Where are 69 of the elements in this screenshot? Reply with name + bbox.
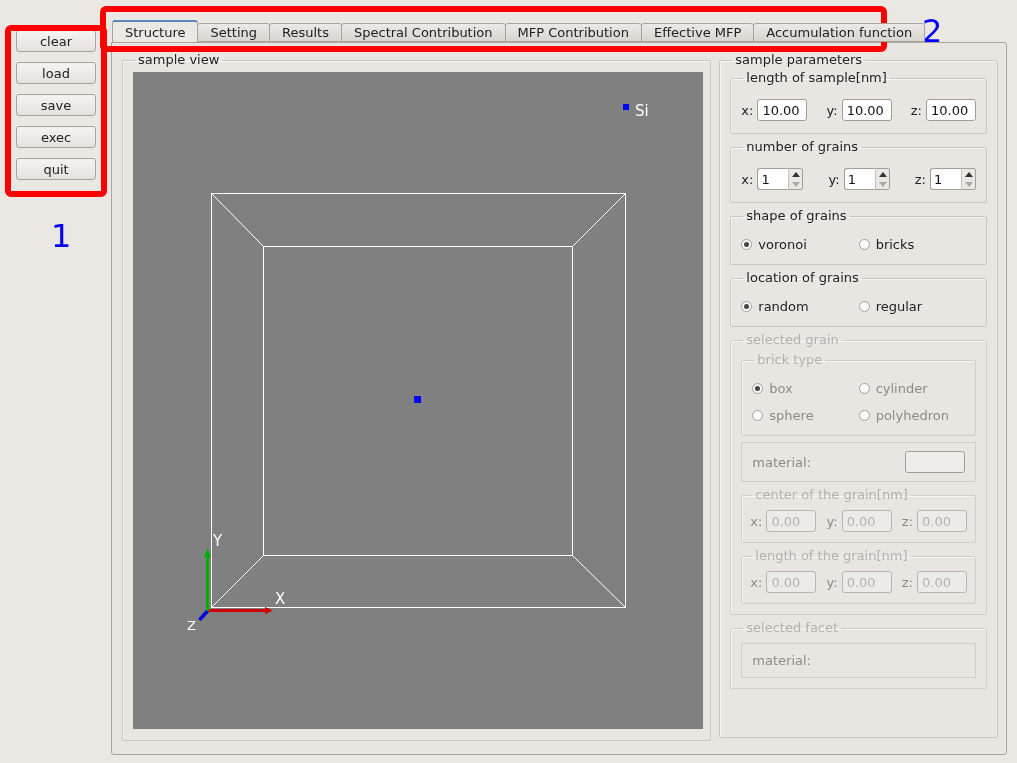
field-label: z: bbox=[914, 171, 926, 187]
field-label: z: bbox=[901, 513, 913, 529]
field-label: x: bbox=[741, 171, 754, 187]
up-arrow-icon bbox=[965, 171, 973, 177]
action-button[interactable]: clear bbox=[16, 30, 96, 52]
field-label: z: bbox=[910, 102, 922, 118]
action-button[interactable]: exec bbox=[16, 126, 96, 148]
tab[interactable]: Results bbox=[269, 23, 342, 42]
field-label: x: bbox=[750, 513, 763, 529]
group-title: location of grains bbox=[745, 271, 860, 285]
down-arrow-icon bbox=[965, 181, 973, 187]
number-field[interactable]: 10.00 bbox=[926, 99, 976, 121]
tab[interactable]: Setting bbox=[197, 23, 271, 42]
group-title: selected grain bbox=[745, 333, 840, 347]
legend-label: Si bbox=[635, 102, 649, 120]
material-label: material: bbox=[752, 454, 811, 470]
action-button[interactable]: quit bbox=[16, 158, 96, 180]
group-title: number of grains bbox=[745, 140, 860, 154]
spin-box[interactable]: 1 bbox=[757, 168, 789, 190]
spin-up-button[interactable] bbox=[789, 169, 803, 179]
radio-label: random bbox=[758, 299, 809, 314]
spin-box[interactable]: 1 bbox=[843, 168, 875, 190]
sample-view-canvas[interactable]: Si X Y Z bbox=[133, 72, 703, 729]
tab[interactable]: Structure bbox=[112, 20, 199, 42]
group-title: center of the grain[nm] bbox=[754, 488, 909, 502]
field-label: x: bbox=[750, 574, 763, 590]
radio-label: bricks bbox=[875, 237, 915, 252]
up-arrow-icon bbox=[878, 171, 887, 177]
radio-label: polyhedron bbox=[875, 408, 949, 423]
tab[interactable]: Spectral Contribution bbox=[341, 23, 506, 42]
group-title: brick type bbox=[756, 353, 824, 367]
axis-label: Z bbox=[187, 618, 196, 633]
field-label: y: bbox=[826, 513, 838, 529]
action-button[interactable]: save bbox=[16, 94, 96, 116]
radio-label: cylinder bbox=[875, 381, 928, 396]
legend-marker bbox=[623, 104, 629, 110]
radio-button[interactable] bbox=[858, 301, 870, 312]
axis-label: Y bbox=[213, 532, 223, 550]
action-button[interactable]: load bbox=[16, 62, 96, 84]
annotation-number: 1 bbox=[51, 220, 72, 252]
radio-button[interactable] bbox=[741, 239, 753, 250]
field-label: x: bbox=[741, 102, 754, 118]
field-label: y: bbox=[826, 574, 838, 590]
field-label: y: bbox=[828, 171, 840, 187]
radio-label: sphere bbox=[769, 408, 814, 423]
group-title: selected facet bbox=[745, 621, 840, 635]
group-title: length of the grain[nm] bbox=[754, 549, 909, 563]
radio-label: voronoi bbox=[758, 237, 807, 252]
radio-label: regular bbox=[875, 299, 923, 314]
number-field[interactable]: 10.00 bbox=[841, 99, 892, 121]
radio-button[interactable] bbox=[741, 301, 753, 312]
material-label: material: bbox=[752, 653, 811, 668]
spin-box[interactable]: 1 bbox=[930, 168, 961, 190]
field-label: y: bbox=[826, 102, 838, 118]
down-arrow-icon bbox=[878, 181, 887, 187]
spin-up-button[interactable] bbox=[962, 169, 975, 179]
radio-button[interactable] bbox=[858, 239, 870, 250]
group-title: length of sample[nm] bbox=[745, 71, 888, 85]
group-title: shape of grains bbox=[745, 209, 848, 223]
group-title: sample parameters bbox=[734, 53, 864, 67]
group-title: sample view bbox=[137, 53, 221, 67]
axis-label: X bbox=[275, 590, 286, 608]
up-arrow-icon bbox=[792, 171, 801, 177]
down-arrow-icon bbox=[792, 181, 801, 187]
radio-label: box bbox=[769, 381, 793, 396]
field-label: z: bbox=[901, 574, 913, 590]
tab[interactable]: MFP Contribution bbox=[504, 23, 642, 42]
number-field[interactable]: 10.00 bbox=[757, 99, 808, 121]
tab[interactable]: Effective MFP bbox=[640, 23, 755, 42]
